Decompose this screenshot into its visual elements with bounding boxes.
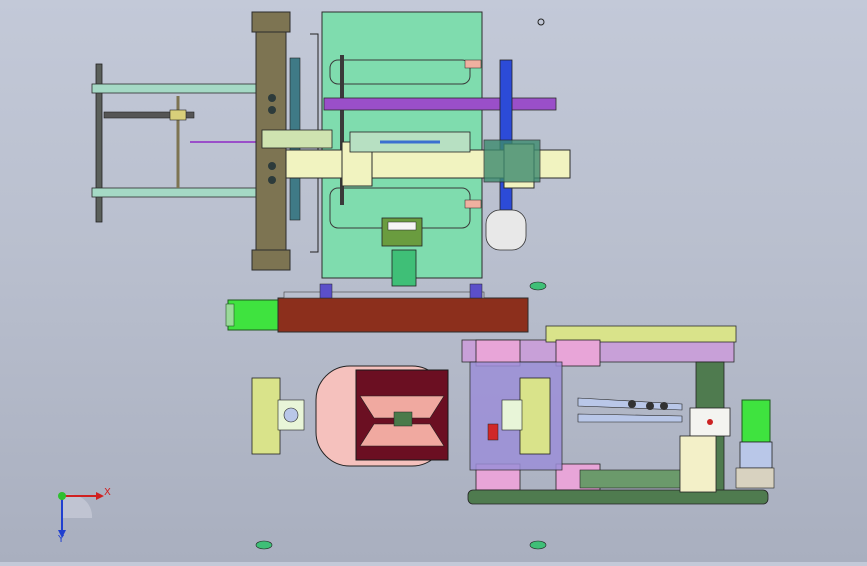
cad-viewport[interactable]: X Y xyxy=(0,0,867,562)
linkage-arms xyxy=(577,397,683,423)
lower-left-mount xyxy=(251,377,305,455)
y-axis-label: Y xyxy=(58,534,65,545)
pink-red-housing xyxy=(315,365,449,467)
x-axis-label: X xyxy=(104,487,111,498)
left-ladder-frame xyxy=(91,63,265,223)
cad-assembly-drawing xyxy=(91,11,775,550)
right-cylinder-and-motor xyxy=(679,399,775,493)
view-orientation-triad[interactable]: X Y xyxy=(44,478,114,548)
motor-and-tube xyxy=(225,283,529,333)
